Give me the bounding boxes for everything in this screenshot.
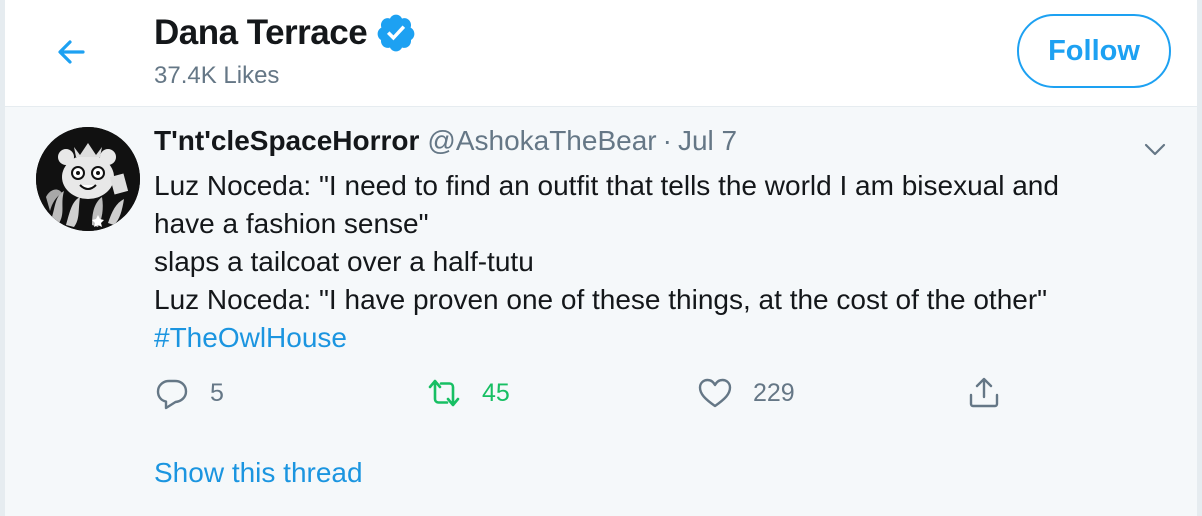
tweet-line: have a fashion sense": [154, 208, 429, 239]
avatar[interactable]: [36, 127, 140, 231]
profile-name-row: Dana Terrace: [154, 12, 417, 54]
reply-count: 5: [210, 378, 224, 407]
separator: ·: [662, 125, 672, 156]
likes-count: 37.4K Likes: [154, 62, 280, 89]
heart-icon: [698, 378, 732, 408]
hashtag-link[interactable]: #TheOwlHouse: [154, 319, 1164, 357]
display-name[interactable]: T'nt'cleSpaceHorror: [154, 125, 419, 156]
like-count: 229: [753, 378, 795, 407]
user-handle[interactable]: @AshokaTheBear: [427, 125, 656, 156]
tweet-text: Luz Noceda: "I need to find an outfit th…: [154, 167, 1164, 357]
retweet-count: 45: [482, 378, 510, 407]
frame-right: [1197, 0, 1202, 516]
verified-badge-icon: [377, 14, 415, 52]
profile-name: Dana Terrace: [154, 13, 368, 52]
like-button[interactable]: 229: [697, 375, 795, 411]
back-button[interactable]: [49, 30, 93, 74]
tweet-line: Luz Noceda: "I need to find an outfit th…: [154, 170, 1059, 201]
share-button[interactable]: [966, 375, 1022, 411]
share-icon: [969, 377, 999, 408]
reply-button[interactable]: 5: [154, 375, 224, 411]
tweet-line: slaps a tailcoat over a half-tutu: [154, 246, 534, 277]
tweet-actions: 5 45 229: [154, 375, 1154, 419]
tweet-header: T'nt'cleSpaceHorror @AshokaTheBear · Jul 7: [154, 125, 737, 157]
follow-button[interactable]: Follow: [1017, 14, 1171, 88]
avatar-image: [36, 127, 140, 231]
retweet-icon: [428, 379, 460, 407]
tweet-date[interactable]: Jul 7: [678, 125, 737, 156]
profile-header: Dana Terrace 37.4K Likes Follow: [5, 0, 1197, 107]
retweet-button[interactable]: 45: [426, 375, 510, 411]
tweet-line: Luz Noceda: "I have proven one of these …: [154, 284, 1048, 315]
tweet-card[interactable]: T'nt'cleSpaceHorror @AshokaTheBear · Jul 7 …: [5, 107, 1197, 516]
reply-icon: [156, 379, 188, 410]
arrow-left-icon: [58, 40, 85, 64]
chevron-down-icon[interactable]: [1139, 133, 1171, 165]
show-thread-link[interactable]: Show this thread: [154, 457, 363, 489]
